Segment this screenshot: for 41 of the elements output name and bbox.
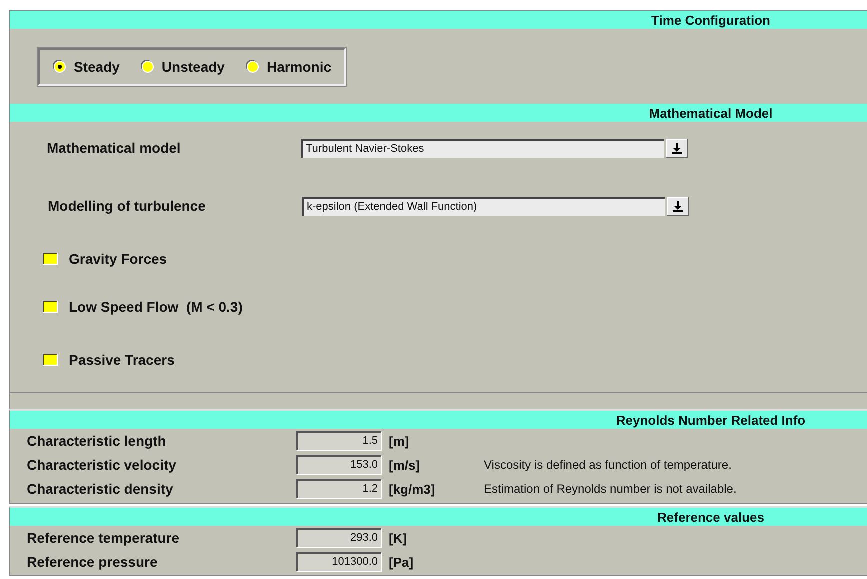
- down-arrow-icon: [672, 200, 684, 212]
- radio-label[interactable]: Unsteady: [162, 59, 225, 75]
- section-title: Reference values: [656, 510, 766, 524]
- field-label: Characteristic length: [27, 433, 168, 449]
- info-text: Estimation of Reynolds number is not available.: [484, 482, 737, 496]
- down-arrow-icon: [671, 142, 683, 154]
- field-label: Characteristic velocity: [27, 457, 178, 473]
- section-title: Mathematical Model: [648, 106, 774, 120]
- unit-label: [m]: [388, 434, 410, 448]
- checkbox[interactable]: [43, 253, 58, 265]
- unit-label: [K]: [388, 530, 408, 546]
- radio-button[interactable]: [54, 61, 66, 73]
- radio-label[interactable]: Steady: [74, 59, 120, 75]
- checkbox-label[interactable]: Gravity Forces: [69, 251, 168, 267]
- radio-label[interactable]: Harmonic: [266, 59, 332, 75]
- value-field[interactable]: 1.5: [296, 431, 382, 451]
- checkbox-label[interactable]: Low Speed Flow (M < 0.3): [69, 299, 243, 315]
- field-label: Modelling of turbulence: [48, 198, 207, 214]
- radio-button[interactable]: [142, 61, 154, 73]
- checkbox[interactable]: [43, 301, 58, 313]
- dropdown-button[interactable]: [667, 196, 689, 216]
- value-field[interactable]: 101300.0: [296, 552, 382, 572]
- value-field[interactable]: 153.0: [296, 455, 382, 475]
- dropdown-field[interactable]: Turbulent Navier-Stokes: [301, 138, 664, 158]
- field-label: Reference temperature: [27, 530, 181, 546]
- unit-label: [Pa]: [388, 554, 415, 570]
- dropdown-button[interactable]: [666, 138, 688, 158]
- section-title: Time Configuration: [650, 12, 772, 28]
- value-field[interactable]: 293.0: [296, 528, 382, 548]
- info-text: Viscosity is defined as function of temperature.: [484, 458, 732, 472]
- unit-label: [m/s]: [388, 458, 422, 472]
- field-label: Mathematical model: [47, 140, 182, 156]
- section-title: Reynolds Number Related Info: [615, 412, 807, 428]
- checkbox-label[interactable]: Passive Tracers: [69, 352, 175, 368]
- radio-button[interactable]: [246, 61, 259, 73]
- dropdown-field[interactable]: k-epsilon (Extended Wall Function): [302, 196, 665, 216]
- value-field[interactable]: 1.2: [296, 479, 382, 499]
- field-label: Characteristic density: [27, 481, 174, 497]
- field-label: Reference pressure: [27, 554, 159, 570]
- checkbox[interactable]: [43, 354, 58, 366]
- unit-label: [kg/m3]: [388, 482, 436, 496]
